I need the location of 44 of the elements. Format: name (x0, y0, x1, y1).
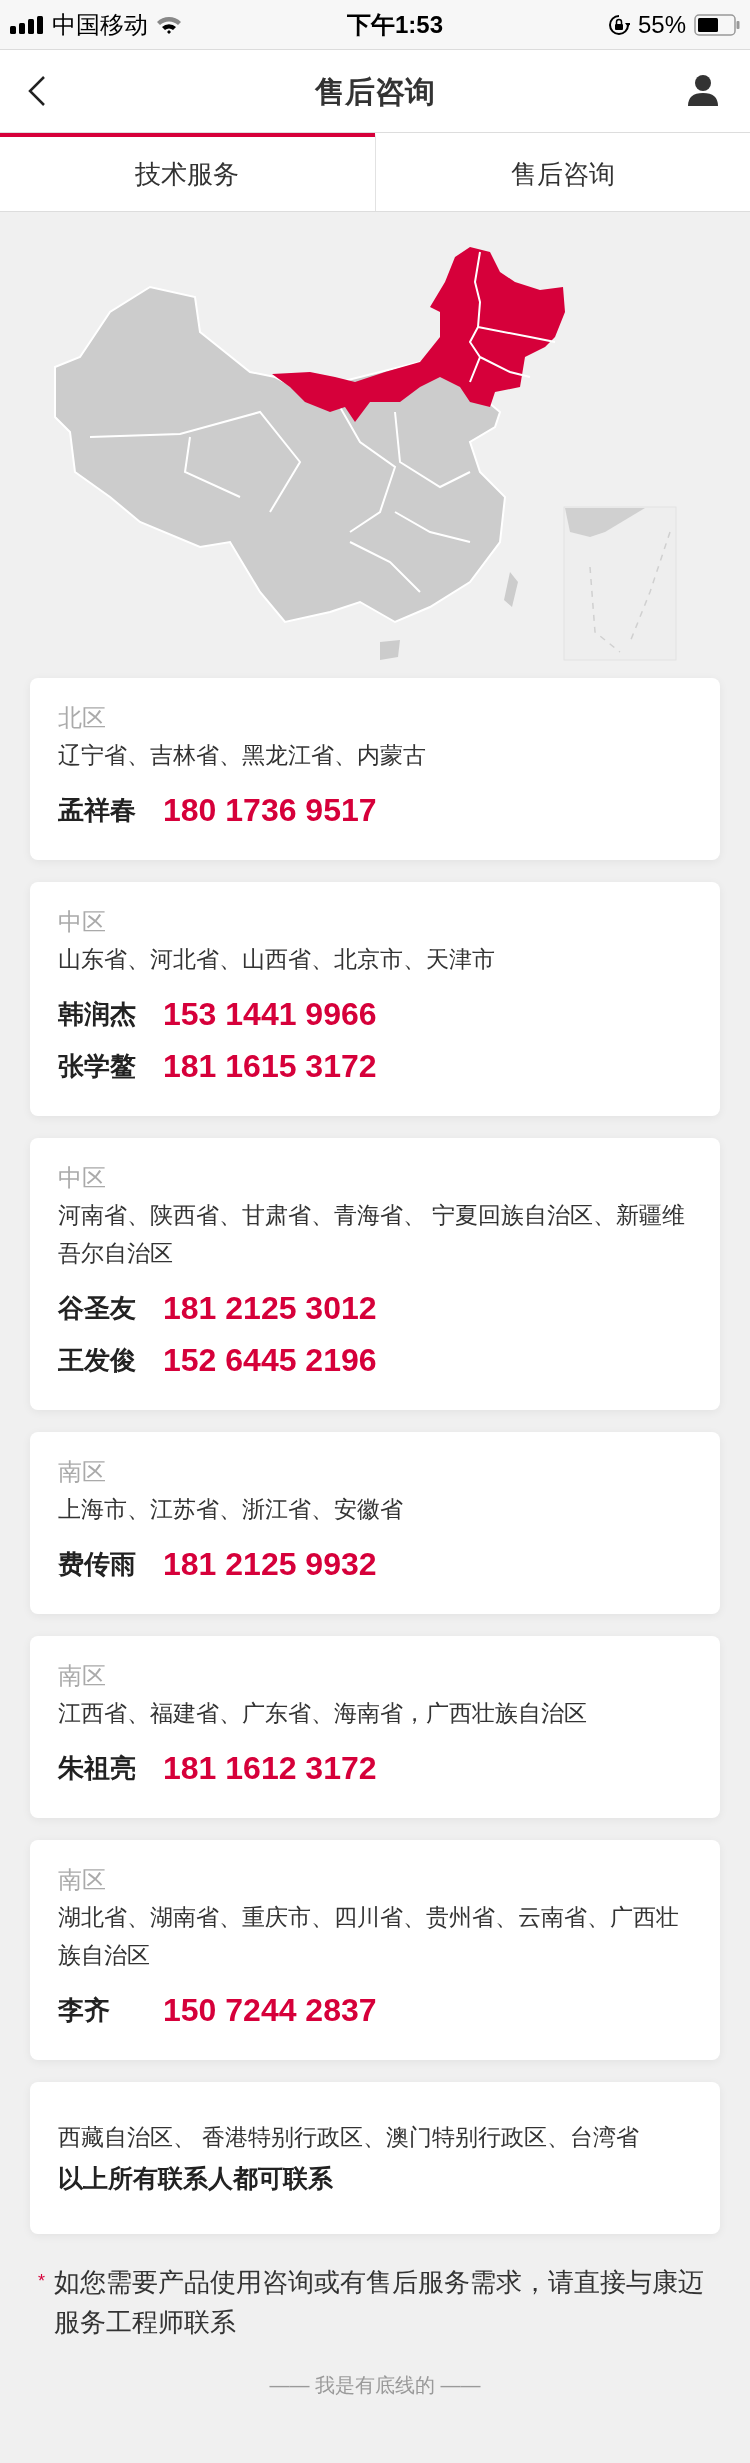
province-list: 上海市、江苏省、浙江省、安徽省 (58, 1490, 692, 1528)
contact-name: 孟祥春 (58, 793, 137, 827)
status-time: 下午1:53 (346, 9, 443, 40)
asterisk-mark: * (38, 2270, 46, 2293)
contact-name: 韩润杰 (58, 997, 137, 1031)
user-icon[interactable] (688, 74, 718, 106)
phone-number[interactable]: 181 1612 3172 (163, 1744, 377, 1792)
end-of-list-text: —— 我是有底线的 —— (269, 2373, 481, 2398)
region-label: 南区 (58, 1661, 107, 1691)
contact-name: 张学鳌 (58, 1049, 137, 1083)
rotation-lock-icon (607, 13, 630, 36)
province-list: 江西省、福建省、广东省、海南省，广西壮族自治区 (58, 1694, 692, 1732)
signal-icon (10, 15, 44, 34)
province-list: 辽宁省、吉林省、黑龙江省、内蒙古 (58, 736, 692, 774)
battery-percent: 55% (637, 9, 686, 40)
phone-number[interactable]: 181 2125 9932 (163, 1540, 377, 1588)
contact-name: 费传雨 (58, 1547, 137, 1581)
contact-name: 李齐 (58, 1993, 111, 2027)
province-list: 西藏自治区、 香港特别行政区、澳门特别行政区、台湾省 (58, 2118, 692, 2156)
tab[interactable]: 售后咨询 (374, 133, 750, 211)
region-label: 南区 (58, 1457, 107, 1487)
region-label: 南区 (58, 1865, 107, 1895)
province-list: 河南省、陕西省、甘肃省、青海省、 宁夏回族自治区、新疆维吾尔自治区 (58, 1196, 692, 1272)
phone-number[interactable]: 153 1441 9966 (163, 990, 377, 1038)
contact-note: 以上所有联系人都可联系 (58, 2163, 334, 2194)
region-label: 北区 (58, 703, 107, 733)
phone-number[interactable]: 181 1615 3172 (163, 1042, 377, 1090)
phone-number[interactable]: 150 7244 2837 (163, 1986, 377, 2034)
wifi-icon (156, 14, 182, 35)
notice-text: 如您需要产品使用咨询或有售后服务需求，请直接与康迈服务工程师联系 (53, 2266, 705, 2339)
carrier-name: 中国移动 (52, 9, 148, 40)
contact-name: 王发俊 (58, 1343, 137, 1377)
back-icon[interactable] (28, 76, 46, 106)
region-label: 中区 (58, 1163, 107, 1193)
province-list: 山东省、河北省、山西省、北京市、天津市 (58, 940, 692, 978)
phone-number[interactable]: 180 1736 9517 (163, 786, 377, 834)
phone-number[interactable]: 152 6445 2196 (163, 1336, 377, 1384)
contact-name: 朱祖亮 (58, 1751, 137, 1785)
phone-number[interactable]: 181 2125 3012 (163, 1284, 377, 1332)
battery-icon (694, 13, 740, 36)
province-list: 湖北省、湖南省、重庆市、四川省、贵州省、云南省、广西壮族自治区 (58, 1898, 692, 1974)
region-label: 中区 (58, 907, 107, 937)
contact-name: 谷圣友 (58, 1291, 137, 1325)
page-title: 售后咨询 (315, 73, 435, 110)
